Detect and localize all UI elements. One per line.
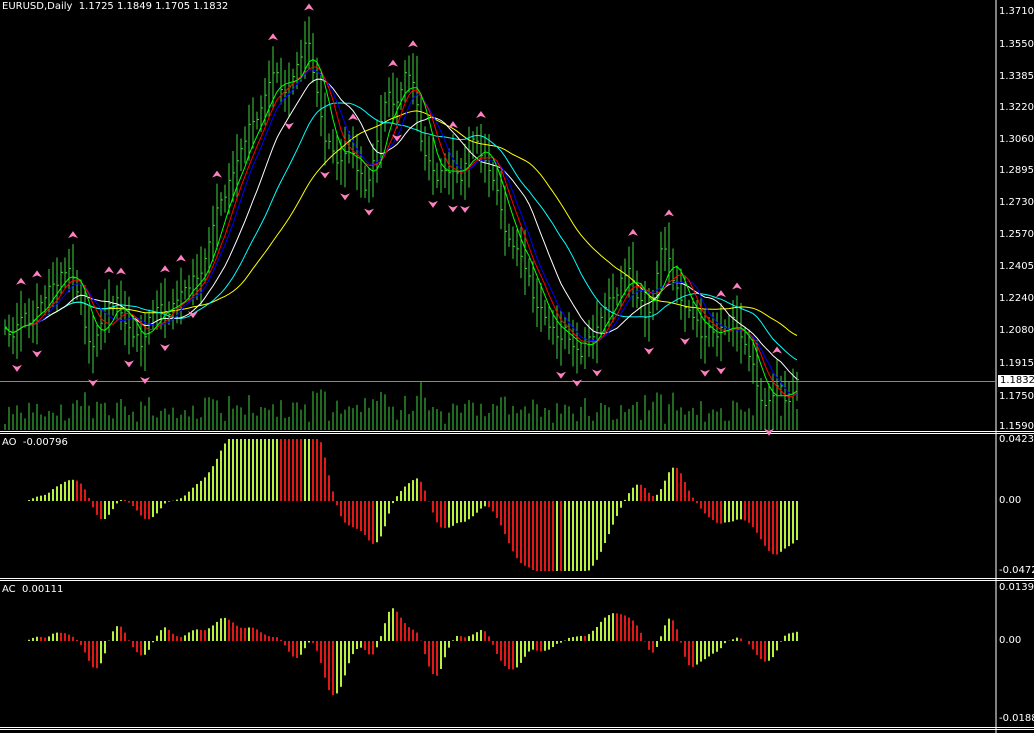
fractal-down-icon [320,171,330,179]
moving-average-line [4,78,798,380]
fractal-down-icon [12,364,22,372]
fractal-up-icon [408,40,418,48]
moving-average-line [4,110,798,336]
fractal-down-icon [644,347,654,355]
fractal-up-icon [32,270,42,278]
fractal-up-icon [664,209,674,217]
fractal-down-icon [88,379,98,387]
chart-title: EURUSD,Daily 1.1725 1.1849 1.1705 1.1832 [2,1,229,12]
fractal-up-icon [104,266,114,274]
fractal-up-icon [628,228,638,236]
moving-average-line [4,69,798,397]
fractal-up-icon [772,346,782,354]
price-tick: 1.1590 [999,421,1034,432]
ao-tick: 0.00 [999,495,1022,506]
fractal-up-icon [160,265,170,273]
ac-tick: -0.0188 [999,713,1034,724]
price-tick: 1.2080 [999,325,1034,336]
fractal-down-icon [32,350,42,358]
fractal-up-icon [16,277,26,285]
current-price-label: 1.1832 [998,375,1034,387]
price-tick: 1.2240 [999,293,1034,304]
fractal-down-icon [364,208,374,216]
price-tick: 1.2730 [999,197,1034,208]
price-tick: 1.3710 [999,6,1034,17]
fractal-up-icon [732,282,742,290]
ac-label: AC 0.00111 [2,584,64,595]
fractal-down-icon [556,371,566,379]
moving-average-line [4,66,798,398]
price-tick: 1.3060 [999,134,1034,145]
ac-tick: 0.0139 [999,582,1034,593]
fractal-up-icon [388,59,398,67]
fractal-down-icon [592,369,602,377]
fractal-up-icon [212,170,222,178]
fractal-down-icon [716,367,726,375]
fractal-down-icon [124,360,134,368]
price-chart[interactable] [0,0,1034,733]
price-tick: 1.1915 [999,358,1034,369]
price-tick: 1.2895 [999,165,1034,176]
fractal-down-icon [680,337,690,345]
fractal-down-icon [428,200,438,208]
price-tick: 1.2405 [999,261,1034,272]
price-tick: 1.3550 [999,39,1034,50]
moving-average-line [4,58,798,397]
fractal-up-icon [348,113,358,121]
fractal-down-icon [160,344,170,352]
fractal-up-icon [268,33,278,41]
fractal-up-icon [176,254,186,262]
fractal-up-icon [448,121,458,129]
price-tick: 1.2570 [999,229,1034,240]
fractal-down-icon [340,193,350,201]
fractal-up-icon [476,110,486,118]
ao-tick: -0.0472 [999,565,1034,576]
fractal-down-icon [284,122,294,130]
price-tick: 1.1750 [999,391,1034,402]
fractal-down-icon [448,205,458,213]
fractal-down-icon [140,377,150,385]
fractal-up-icon [68,231,78,239]
fractal-down-icon [188,311,198,319]
ao-tick: 0.0423 [999,434,1034,445]
moving-average-line [4,102,798,361]
fractal-down-icon [460,205,470,213]
price-tick: 1.3385 [999,71,1034,82]
price-tick: 1.3220 [999,102,1034,113]
ac-tick: 0.00 [999,635,1022,646]
fractal-up-icon [716,290,726,298]
ao-label: AO -0.00796 [2,437,68,448]
fractal-up-icon [116,267,126,275]
fractal-down-icon [572,379,582,387]
fractal-down-icon [700,369,710,377]
fractal-up-icon [304,3,314,11]
